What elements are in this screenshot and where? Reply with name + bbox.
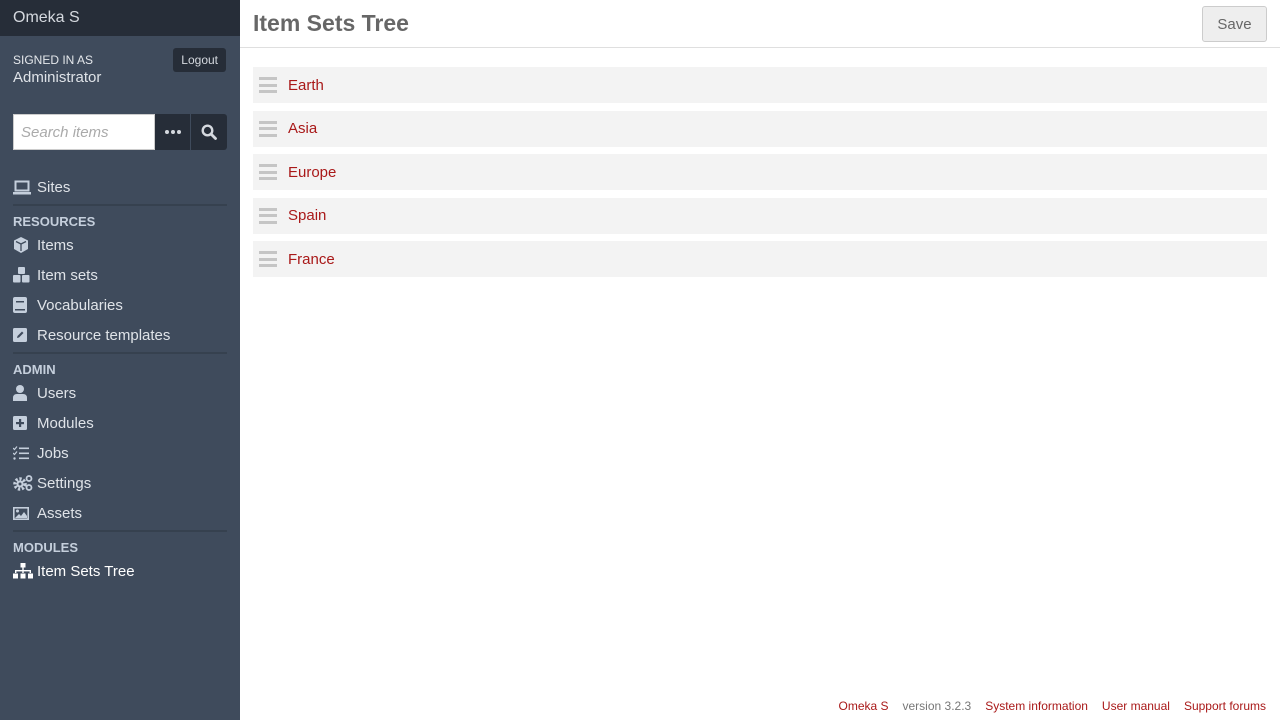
advanced-search-button[interactable] [155, 114, 191, 150]
sidebar-item-label: Vocabularies [37, 296, 123, 314]
sidebar-item-label: Users [37, 384, 77, 402]
nav-heading-resources: Resources [13, 214, 96, 229]
sidebar-item-users[interactable]: Users [13, 378, 227, 408]
sidebar-item-resource-templates[interactable]: Resource templates [13, 320, 227, 350]
sidebar-item-modules[interactable]: Modules [13, 408, 227, 438]
sidebar-item-label: Sites [37, 178, 71, 196]
tasks-icon [13, 446, 37, 460]
tree-item[interactable]: France [253, 241, 1267, 277]
search-icon [201, 124, 217, 140]
drag-handle-icon[interactable] [259, 77, 277, 93]
tree-item[interactable]: Spain [253, 197, 1267, 234]
sidebar-item-label: Items [37, 236, 74, 254]
sidebar-item-label: Jobs [37, 444, 69, 462]
plus-square-icon [13, 416, 37, 430]
sidebar-item-label: Modules [37, 414, 94, 432]
sidebar-item-label: Item Sets Tree [37, 562, 135, 580]
sidebar-item-settings[interactable]: Settings [13, 468, 227, 498]
image-icon [13, 506, 37, 520]
laptop-icon [13, 180, 37, 195]
nav-divider [13, 204, 227, 206]
search-form [13, 114, 227, 150]
sidebar-item-assets[interactable]: Assets [13, 498, 227, 528]
sidebar-nav: Sites Resources Items Item sets Vocabula… [13, 172, 227, 586]
search-input[interactable] [13, 114, 155, 150]
sidebar: Omeka S Signed in as Administrator Logou… [0, 0, 240, 720]
sidebar-item-sites[interactable]: Sites [13, 172, 227, 202]
nav-divider [13, 352, 227, 354]
book-icon [13, 297, 37, 313]
user-icon [13, 385, 37, 401]
ellipsis-icon [164, 130, 181, 134]
pencil-square-icon [13, 328, 37, 342]
drag-handle-icon[interactable] [259, 207, 277, 224]
tree-item-link[interactable]: Earth [288, 77, 324, 94]
cubes-icon [13, 267, 37, 283]
drag-handle-icon[interactable] [259, 251, 277, 267]
tree-item-link[interactable]: Asia [288, 120, 317, 137]
footer: Omeka S version 3.2.3 System information… [838, 699, 1266, 713]
drag-handle-icon[interactable] [259, 120, 277, 137]
footer-system-info-link[interactable]: System information [985, 699, 1088, 713]
footer-version: version 3.2.3 [902, 699, 972, 713]
footer-omeka-link[interactable]: Omeka S [838, 699, 888, 713]
cogs-icon [13, 475, 37, 491]
sitemap-icon [13, 563, 37, 579]
sidebar-item-label: Resource templates [37, 326, 171, 344]
tree-item-link[interactable]: France [288, 251, 335, 268]
item-sets-tree: Earth Asia Europe Spain France [253, 67, 1267, 285]
tree-item[interactable]: Earth [253, 67, 1267, 103]
nav-heading-modules: Modules [13, 540, 78, 555]
drag-handle-icon[interactable] [259, 164, 277, 180]
footer-support-forums-link[interactable]: Support forums [1184, 699, 1266, 713]
sidebar-item-jobs[interactable]: Jobs [13, 438, 227, 468]
tree-item[interactable]: Asia [253, 110, 1267, 147]
tree-item[interactable]: Europe [253, 154, 1267, 190]
page-title: Item Sets Tree [253, 10, 409, 36]
cube-icon [13, 237, 37, 253]
sidebar-item-label: Assets [37, 504, 83, 522]
sidebar-item-label: Item sets [37, 266, 98, 284]
nav-heading-admin: Admin [13, 362, 56, 377]
logout-button[interactable]: Logout [173, 48, 226, 72]
tree-item-link[interactable]: Europe [288, 164, 336, 181]
nav-divider [13, 530, 227, 532]
app-brand[interactable]: Omeka S [0, 0, 240, 36]
sidebar-item-item-sets[interactable]: Item sets [13, 260, 227, 290]
sidebar-item-vocabularies[interactable]: Vocabularies [13, 290, 227, 320]
tree-item-link[interactable]: Spain [288, 207, 326, 224]
footer-user-manual-link[interactable]: User manual [1102, 699, 1170, 713]
sidebar-item-label: Settings [37, 474, 92, 492]
search-submit-button[interactable] [191, 114, 227, 150]
page-header: Item Sets Tree Save [240, 0, 1280, 48]
save-button[interactable]: Save [1202, 6, 1267, 42]
main-content: Item Sets Tree Save Earth Asia Europe Sp… [240, 0, 1280, 720]
sidebar-item-item-sets-tree[interactable]: Item Sets Tree [13, 556, 227, 586]
sidebar-item-items[interactable]: Items [13, 230, 227, 260]
